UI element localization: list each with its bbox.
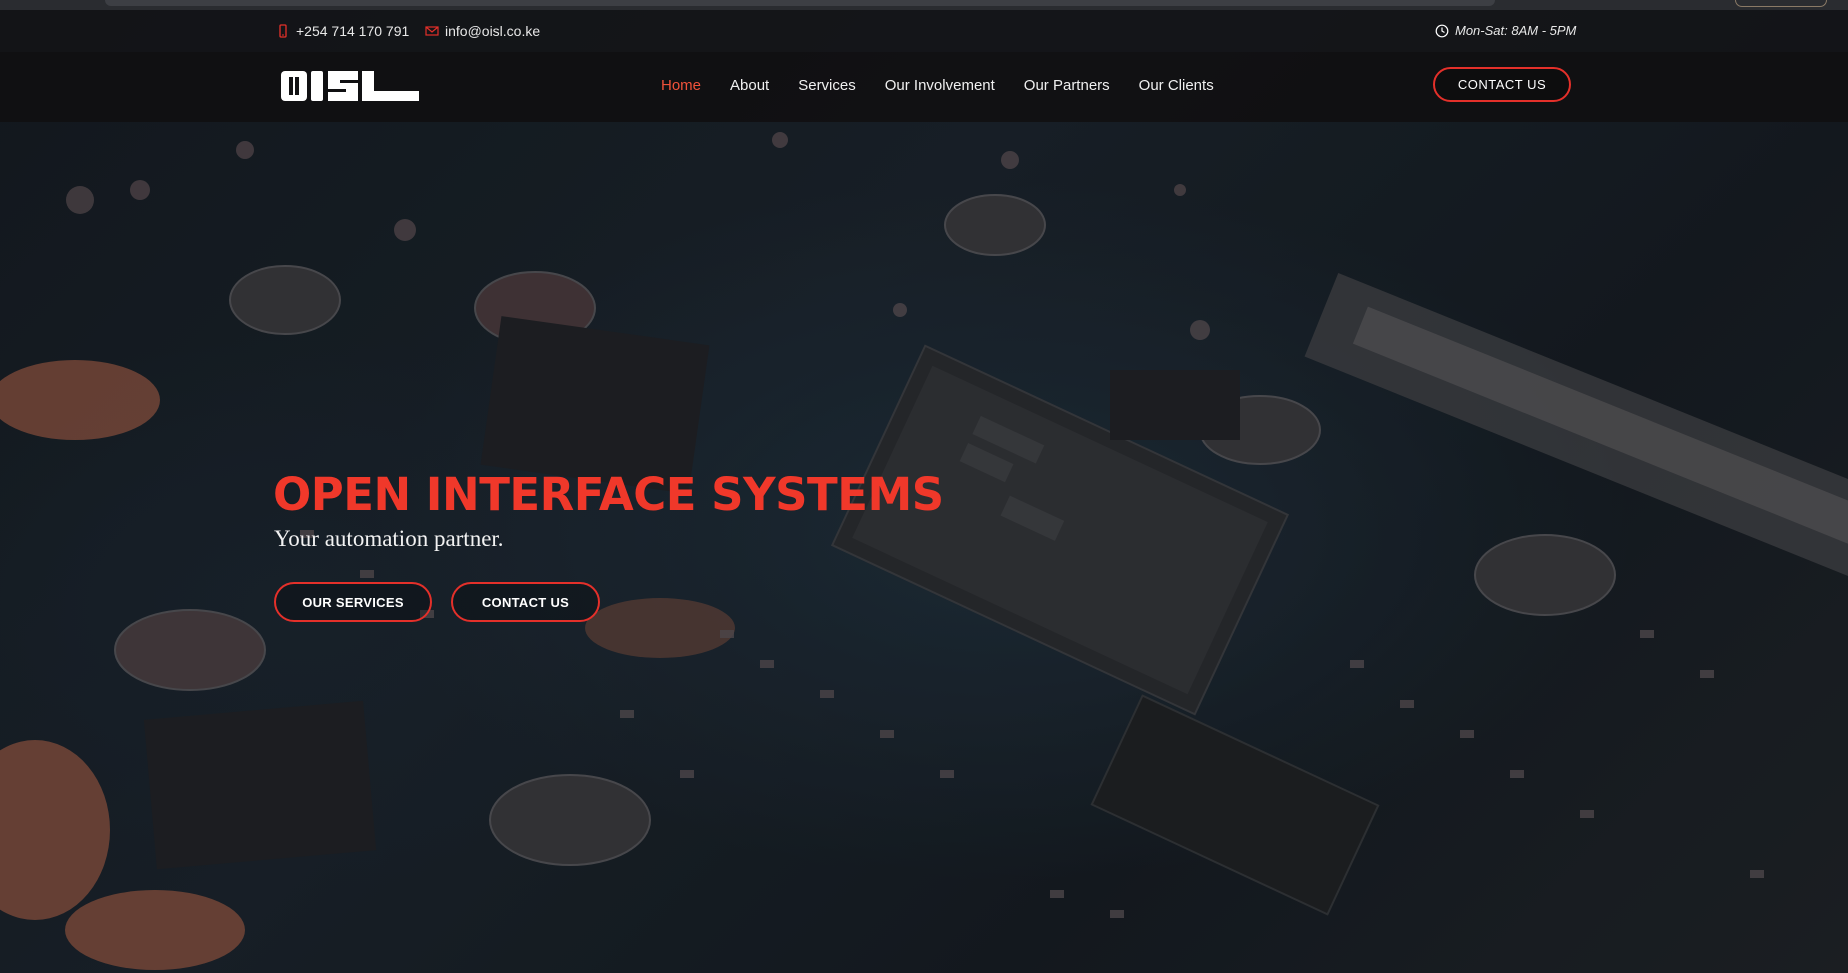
nav-contact-us-button[interactable]: CONTACT US (1433, 67, 1571, 102)
nav-about[interactable]: About (730, 77, 769, 94)
scrollbar-track[interactable] (105, 0, 1495, 6)
topbar-phone[interactable]: +254 714 170 791 (276, 23, 409, 39)
nav-our-clients[interactable]: Our Clients (1139, 77, 1214, 94)
clock-icon (1435, 24, 1449, 37)
nav-home[interactable]: Home (661, 77, 701, 94)
main-navbar: Home About Services Our Involvement Our … (0, 52, 1848, 122)
hero-title: OPEN INTERFACE SYSTEMS (273, 468, 944, 521)
envelope-icon (425, 26, 439, 36)
business-hours: Mon-Sat: 8AM - 5PM (1455, 23, 1577, 38)
oisl-logo[interactable] (280, 67, 420, 105)
nav-our-involvement[interactable]: Our Involvement (885, 77, 995, 94)
email-address: info@oisl.co.ke (445, 23, 541, 39)
phone-icon (279, 24, 287, 38)
scrollbar-thumb[interactable] (1735, 0, 1827, 7)
phone-number: +254 714 170 791 (296, 23, 410, 39)
nav-our-partners[interactable]: Our Partners (1024, 77, 1110, 94)
primary-nav: Home About Services Our Involvement Our … (661, 77, 1243, 94)
nav-services[interactable]: Services (798, 77, 856, 94)
hero-subtitle: Your automation partner. (274, 526, 504, 551)
hero-contact-us-button[interactable]: CONTACT US (451, 582, 600, 622)
topbar-hours: Mon-Sat: 8AM - 5PM (1435, 23, 1576, 38)
our-services-button[interactable]: OUR SERVICES (274, 582, 432, 622)
top-contact-bar: +254 714 170 791 info@oisl.co.ke Mon-Sat… (0, 10, 1848, 52)
browser-scroll-strip (0, 0, 1848, 10)
topbar-email[interactable]: info@oisl.co.ke (425, 23, 540, 39)
